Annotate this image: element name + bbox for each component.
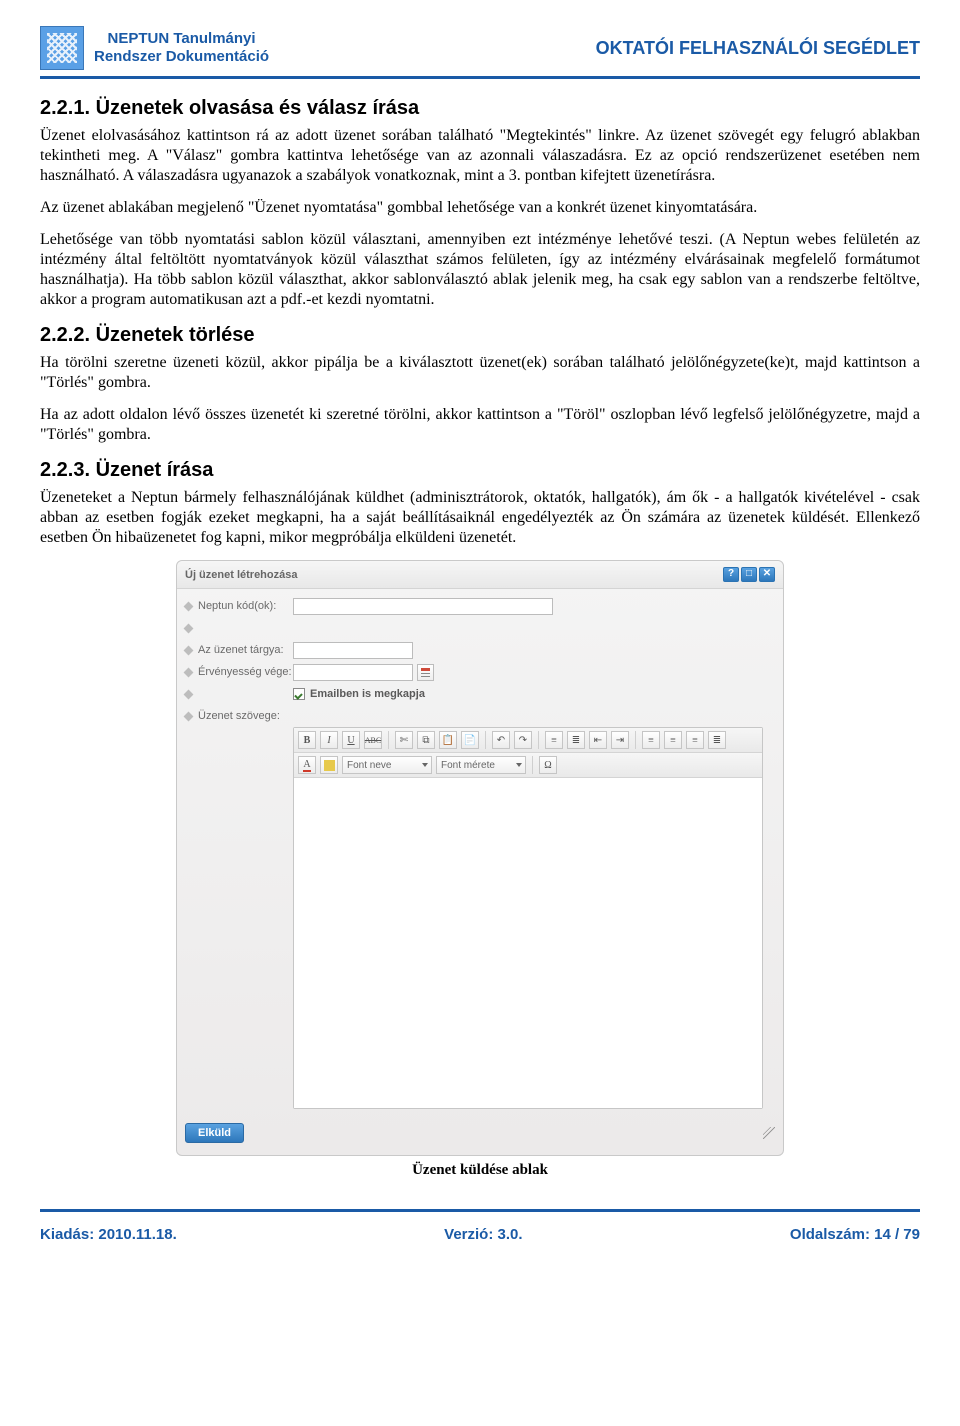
align-center-button[interactable]: ≡ (664, 731, 682, 749)
neptun-code-input[interactable] (293, 598, 553, 615)
calendar-icon[interactable] (417, 664, 434, 681)
align-right-button[interactable]: ≡ (686, 731, 704, 749)
editor-toolbar-1: B I U ABC ✄ ⧉ 📋 📄 ↶ ↷ ≡ ≣ (294, 728, 762, 753)
ul-button[interactable]: ≣ (567, 731, 585, 749)
bullet-icon (184, 645, 194, 655)
paste-text-button[interactable]: 📄 (461, 731, 479, 749)
richtext-editor: B I U ABC ✄ ⧉ 📋 📄 ↶ ↷ ≡ ≣ (293, 727, 763, 1109)
bullet-icon (184, 689, 194, 699)
paste-button[interactable]: 📋 (439, 731, 457, 749)
dialog-title-text: Új üzenet létrehozása (185, 569, 297, 581)
row-validity: Érvényesség vége: (185, 661, 775, 683)
label-email-checkbox: Emailben is megkapja (310, 688, 425, 700)
align-left-button[interactable]: ≡ (642, 731, 660, 749)
font-size-select[interactable]: Font mérete (436, 756, 526, 774)
undo-button[interactable]: ↶ (492, 731, 510, 749)
dialog-body: Neptun kód(ok): Az üzenet tárgya: Érvény… (177, 589, 783, 1115)
ol-button[interactable]: ≡ (545, 731, 563, 749)
bold-button[interactable]: B (298, 731, 316, 749)
email-checkbox[interactable] (293, 688, 305, 700)
close-button[interactable]: ✕ (759, 567, 775, 582)
strike-button[interactable]: ABC (364, 731, 382, 749)
bullet-icon (184, 667, 194, 677)
help-button[interactable]: ? (723, 567, 739, 582)
row-spacer (185, 617, 775, 639)
row-subject: Az üzenet tárgya: (185, 639, 775, 661)
para-2-2-3a: Üzeneteket a Neptun bármely felhasználój… (40, 488, 920, 548)
new-message-dialog: Új üzenet létrehozása ? □ ✕ Neptun kód(o… (176, 560, 784, 1156)
footer-version: Verzió: 3.0. (177, 1226, 790, 1243)
neptun-logo-icon (40, 26, 84, 70)
figure-caption: Üzenet küldése ablak (40, 1162, 920, 1179)
document-footer: Kiadás: 2010.11.18. Verzió: 3.0. Oldalsz… (40, 1209, 920, 1243)
bullet-icon (184, 711, 194, 721)
row-email-checkbox: Emailben is megkapja (185, 683, 775, 705)
para-2-2-1c: Lehetősége van több nyomtatási sablon kö… (40, 230, 920, 310)
brand-block: NEPTUN Tanulmányi Rendszer Dokumentáció (94, 30, 269, 66)
fontcolor-button[interactable]: A (298, 756, 316, 774)
para-2-2-2b: Ha az adott oldalon lévő összes üzenetét… (40, 405, 920, 445)
cut-button[interactable]: ✄ (395, 731, 413, 749)
footer-issue-date: Kiadás: 2010.11.18. (40, 1226, 177, 1243)
para-2-2-1b: Az üzenet ablakában megjelenő "Üzenet ny… (40, 198, 920, 218)
outdent-button[interactable]: ⇤ (589, 731, 607, 749)
label-subject: Az üzenet tárgya: (198, 644, 284, 656)
dialog-screenshot: Új üzenet létrehozása ? □ ✕ Neptun kód(o… (40, 560, 920, 1156)
heading-2-2-3: 2.2.3. Üzenet írása (40, 459, 920, 482)
heading-2-2-2: 2.2.2. Üzenetek törlése (40, 324, 920, 347)
subject-input[interactable] (293, 642, 413, 659)
brand-line2: Rendszer Dokumentáció (94, 48, 269, 66)
para-2-2-2a: Ha törölni szeretne üzeneti közül, akkor… (40, 353, 920, 393)
heading-2-2-1: 2.2.1. Üzenetek olvasása és válasz írása (40, 97, 920, 120)
dialog-footer: Elküld (177, 1115, 783, 1151)
label-neptun-code: Neptun kód(ok): (198, 600, 276, 612)
underline-button[interactable]: U (342, 731, 360, 749)
send-button[interactable]: Elküld (185, 1123, 244, 1143)
row-neptun-code: Neptun kód(ok): (185, 595, 775, 617)
brand-line1: NEPTUN Tanulmányi (94, 30, 269, 48)
highlight-button[interactable] (320, 756, 338, 774)
para-2-2-1a: Üzenet elolvasásához kattintson rá az ad… (40, 126, 920, 186)
italic-button[interactable]: I (320, 731, 338, 749)
redo-button[interactable]: ↷ (514, 731, 532, 749)
font-name-select[interactable]: Font neve (342, 756, 432, 774)
label-validity: Érvényesség vége: (198, 666, 292, 678)
row-body: Üzenet szövege: (185, 705, 775, 727)
indent-button[interactable]: ⇥ (611, 731, 629, 749)
editor-textarea[interactable] (294, 778, 762, 1108)
bullet-icon (184, 601, 194, 611)
align-justify-button[interactable]: ≣ (708, 731, 726, 749)
special-char-button[interactable]: Ω (539, 756, 557, 774)
maximize-button[interactable]: □ (741, 567, 757, 582)
label-body: Üzenet szövege: (198, 710, 280, 722)
copy-button[interactable]: ⧉ (417, 731, 435, 749)
document-header: NEPTUN Tanulmányi Rendszer Dokumentáció … (40, 20, 920, 79)
footer-page-number: Oldalszám: 14 / 79 (790, 1226, 920, 1243)
editor-toolbar-2: A Font neve Font mérete Ω (294, 753, 762, 778)
bullet-icon (184, 623, 194, 633)
resize-handle-icon[interactable] (763, 1127, 775, 1139)
validity-input[interactable] (293, 664, 413, 681)
dialog-titlebar: Új üzenet létrehozása ? □ ✕ (177, 561, 783, 589)
document-title: OKTATÓI FELHASZNÁLÓI SEGÉDLET (596, 38, 920, 59)
